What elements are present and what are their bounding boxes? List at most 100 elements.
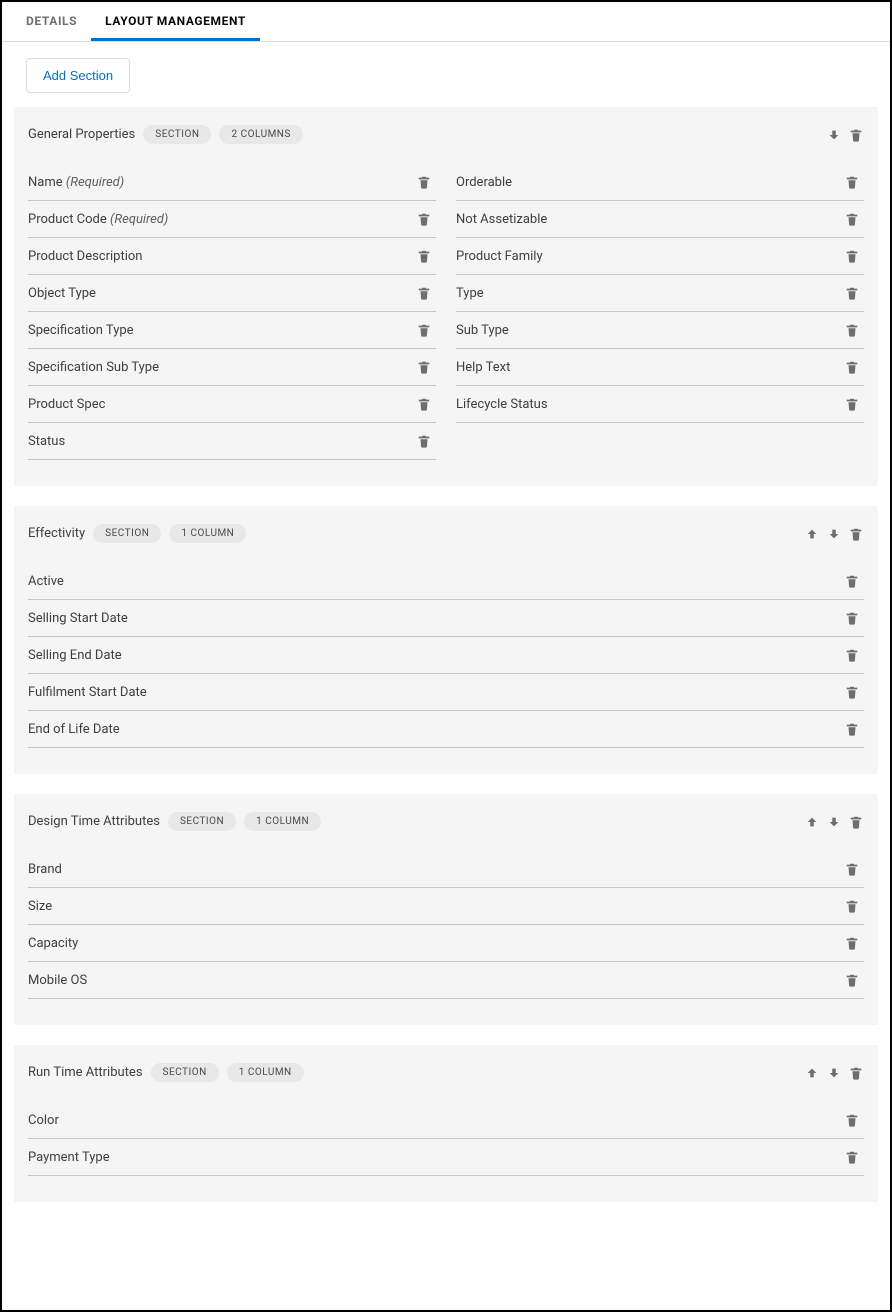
field-row[interactable]: Selling End Date	[28, 637, 864, 674]
field-label: Color	[28, 1113, 59, 1128]
field-label: Mobile OS	[28, 973, 87, 988]
field-label: Status	[28, 434, 65, 449]
move-down-icon[interactable]	[826, 526, 842, 542]
columns-pill: 1 COLUMN	[244, 812, 321, 831]
tabs-bar: DETAILS LAYOUT MANAGEMENT	[2, 2, 890, 42]
delete-field-icon[interactable]	[416, 285, 432, 301]
field-label: Brand	[28, 862, 62, 877]
delete-section-icon[interactable]	[848, 814, 864, 830]
delete-field-icon[interactable]	[416, 248, 432, 264]
delete-field-icon[interactable]	[844, 898, 860, 914]
field-label: Active	[28, 574, 64, 589]
section-pill: SECTION	[168, 812, 236, 831]
delete-field-icon[interactable]	[844, 211, 860, 227]
delete-field-icon[interactable]	[844, 322, 860, 338]
field-row[interactable]: Orderable	[456, 164, 864, 201]
field-row[interactable]: Product Family	[456, 238, 864, 275]
section-run-time-attributes: Run Time Attributes SECTION 1 COLUMN Col…	[14, 1045, 878, 1202]
field-row[interactable]: Mobile OS	[28, 962, 864, 999]
field-row[interactable]: Status	[28, 423, 436, 460]
delete-field-icon[interactable]	[844, 721, 860, 737]
delete-field-icon[interactable]	[844, 1112, 860, 1128]
delete-field-icon[interactable]	[844, 248, 860, 264]
field-row[interactable]: Product Code (Required)	[28, 201, 436, 238]
columns-pill: 2 COLUMNS	[219, 125, 302, 144]
add-section-button[interactable]: Add Section	[26, 58, 130, 93]
delete-field-icon[interactable]	[844, 285, 860, 301]
field-row[interactable]: Product Spec	[28, 386, 436, 423]
field-label: Help Text	[456, 360, 510, 375]
field-row[interactable]: Capacity	[28, 925, 864, 962]
move-down-icon[interactable]	[826, 127, 842, 143]
section-title: General Properties	[28, 127, 135, 142]
delete-field-icon[interactable]	[416, 396, 432, 412]
delete-section-icon[interactable]	[848, 1065, 864, 1081]
field-row[interactable]: Product Description	[28, 238, 436, 275]
field-label: Fulfilment Start Date	[28, 685, 147, 700]
section-header: General Properties SECTION 2 COLUMNS	[28, 125, 864, 144]
field-label: Specification Type	[28, 323, 134, 338]
delete-field-icon[interactable]	[844, 647, 860, 663]
section-header: Effectivity SECTION 1 COLUMN	[28, 524, 864, 543]
move-down-icon[interactable]	[826, 1065, 842, 1081]
field-row[interactable]: Brand	[28, 851, 864, 888]
field-row[interactable]: Payment Type	[28, 1139, 864, 1176]
field-label: Sub Type	[456, 323, 509, 338]
field-label: Product Code (Required)	[28, 212, 168, 227]
delete-field-icon[interactable]	[844, 396, 860, 412]
section-pill: SECTION	[151, 1063, 219, 1082]
field-row[interactable]: Lifecycle Status	[456, 386, 864, 423]
delete-field-icon[interactable]	[844, 972, 860, 988]
delete-field-icon[interactable]	[844, 610, 860, 626]
delete-section-icon[interactable]	[848, 127, 864, 143]
field-row[interactable]: Type	[456, 275, 864, 312]
field-row[interactable]: Not Assetizable	[456, 201, 864, 238]
field-label: Size	[28, 899, 52, 914]
section-title: Design Time Attributes	[28, 814, 160, 829]
delete-field-icon[interactable]	[416, 211, 432, 227]
section-pill: SECTION	[143, 125, 211, 144]
delete-field-icon[interactable]	[844, 359, 860, 375]
delete-field-icon[interactable]	[844, 684, 860, 700]
field-row[interactable]: Specification Sub Type	[28, 349, 436, 386]
field-row[interactable]: Selling Start Date	[28, 600, 864, 637]
tab-layout-management[interactable]: LAYOUT MANAGEMENT	[91, 2, 260, 41]
move-up-icon[interactable]	[804, 814, 820, 830]
delete-field-icon[interactable]	[416, 322, 432, 338]
delete-field-icon[interactable]	[844, 861, 860, 877]
field-row[interactable]: Object Type	[28, 275, 436, 312]
tab-details[interactable]: DETAILS	[12, 2, 91, 41]
delete-section-icon[interactable]	[848, 526, 864, 542]
delete-field-icon[interactable]	[844, 573, 860, 589]
section-general-properties: General Properties SECTION 2 COLUMNS Nam…	[14, 107, 878, 486]
field-label: Type	[456, 286, 484, 301]
delete-field-icon[interactable]	[416, 433, 432, 449]
field-row[interactable]: Help Text	[456, 349, 864, 386]
section-title: Run Time Attributes	[28, 1065, 143, 1080]
section-pill: SECTION	[93, 524, 161, 543]
field-label: Product Spec	[28, 397, 105, 412]
column-right: Orderable Not Assetizable Product Family…	[456, 164, 864, 460]
field-label: Specification Sub Type	[28, 360, 159, 375]
section-header: Design Time Attributes SECTION 1 COLUMN	[28, 812, 864, 831]
field-row[interactable]: Size	[28, 888, 864, 925]
field-label: Selling End Date	[28, 648, 122, 663]
field-label: Selling Start Date	[28, 611, 128, 626]
field-row[interactable]: Active	[28, 563, 864, 600]
field-row[interactable]: Specification Type	[28, 312, 436, 349]
field-row[interactable]: Sub Type	[456, 312, 864, 349]
move-up-icon[interactable]	[804, 1065, 820, 1081]
delete-field-icon[interactable]	[416, 359, 432, 375]
delete-field-icon[interactable]	[416, 174, 432, 190]
section-header: Run Time Attributes SECTION 1 COLUMN	[28, 1063, 864, 1082]
field-row[interactable]: Fulfilment Start Date	[28, 674, 864, 711]
delete-field-icon[interactable]	[844, 1149, 860, 1165]
move-up-icon[interactable]	[804, 526, 820, 542]
field-row[interactable]: End of Life Date	[28, 711, 864, 748]
delete-field-icon[interactable]	[844, 174, 860, 190]
field-label: Lifecycle Status	[456, 397, 548, 412]
move-down-icon[interactable]	[826, 814, 842, 830]
field-row[interactable]: Name (Required)	[28, 164, 436, 201]
delete-field-icon[interactable]	[844, 935, 860, 951]
field-row[interactable]: Color	[28, 1102, 864, 1139]
